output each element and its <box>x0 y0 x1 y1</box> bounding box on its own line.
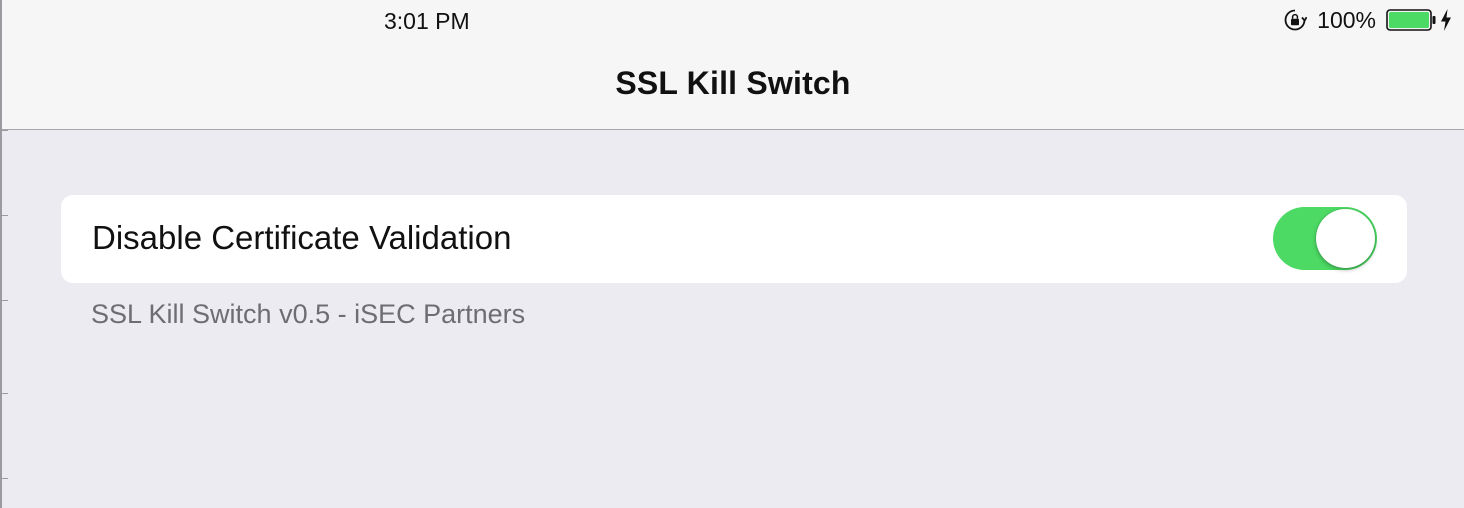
toggle-knob[interactable] <box>1316 209 1375 268</box>
rotation-lock-icon <box>1284 9 1308 31</box>
left-border-tick <box>0 130 8 131</box>
left-border-tick <box>0 300 8 301</box>
disable-cert-validation-label: Disable Certificate Validation <box>92 219 512 256</box>
disable-cert-validation-toggle[interactable] <box>1273 207 1377 270</box>
left-border-tick <box>0 393 8 394</box>
page-title: SSL Kill Switch <box>615 65 851 101</box>
disable-cert-validation-cell: Disable Certificate Validation <box>61 195 1407 283</box>
version-footer: SSL Kill Switch v0.5 - iSEC Partners <box>91 299 526 329</box>
status-time: 3:01 PM <box>384 8 470 34</box>
battery-icon <box>1386 9 1436 31</box>
navigation-bar: 3:01 PM 100% SSL Kill Switch <box>2 0 1464 130</box>
battery-percentage: 100% <box>1317 6 1376 33</box>
left-border-tick <box>0 215 8 216</box>
status-indicators: 100% <box>1283 7 1452 33</box>
charging-bolt-icon <box>1441 9 1451 31</box>
left-border-tick <box>0 478 8 479</box>
